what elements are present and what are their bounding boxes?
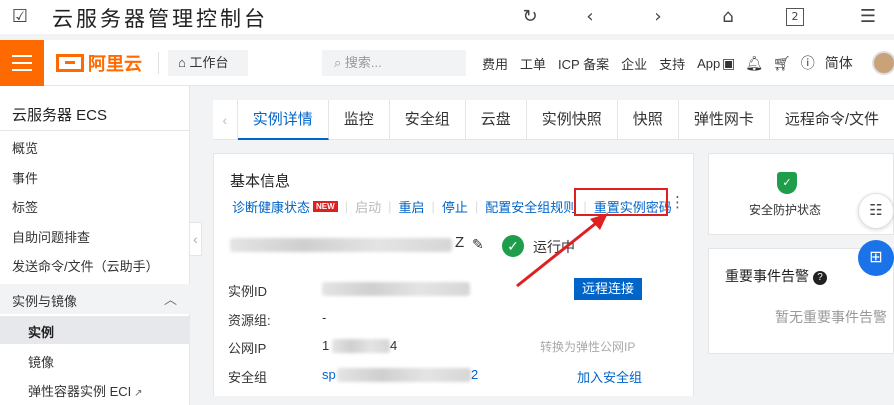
events-title: 重要事件告警? <box>725 266 827 286</box>
page-bottom <box>213 396 894 405</box>
events-empty-text: 暂无重要事件告警 <box>775 309 887 325</box>
events-title-text: 重要事件告警 <box>725 268 809 284</box>
chat-icon[interactable]: ☷ <box>858 193 894 229</box>
help-icon[interactable]: ? <box>813 271 827 285</box>
shield-check-icon: ✓ <box>777 172 797 194</box>
app-grid-icon[interactable]: ⊞ <box>858 240 894 276</box>
security-protection-label: 安全防护状态 <box>749 203 822 217</box>
